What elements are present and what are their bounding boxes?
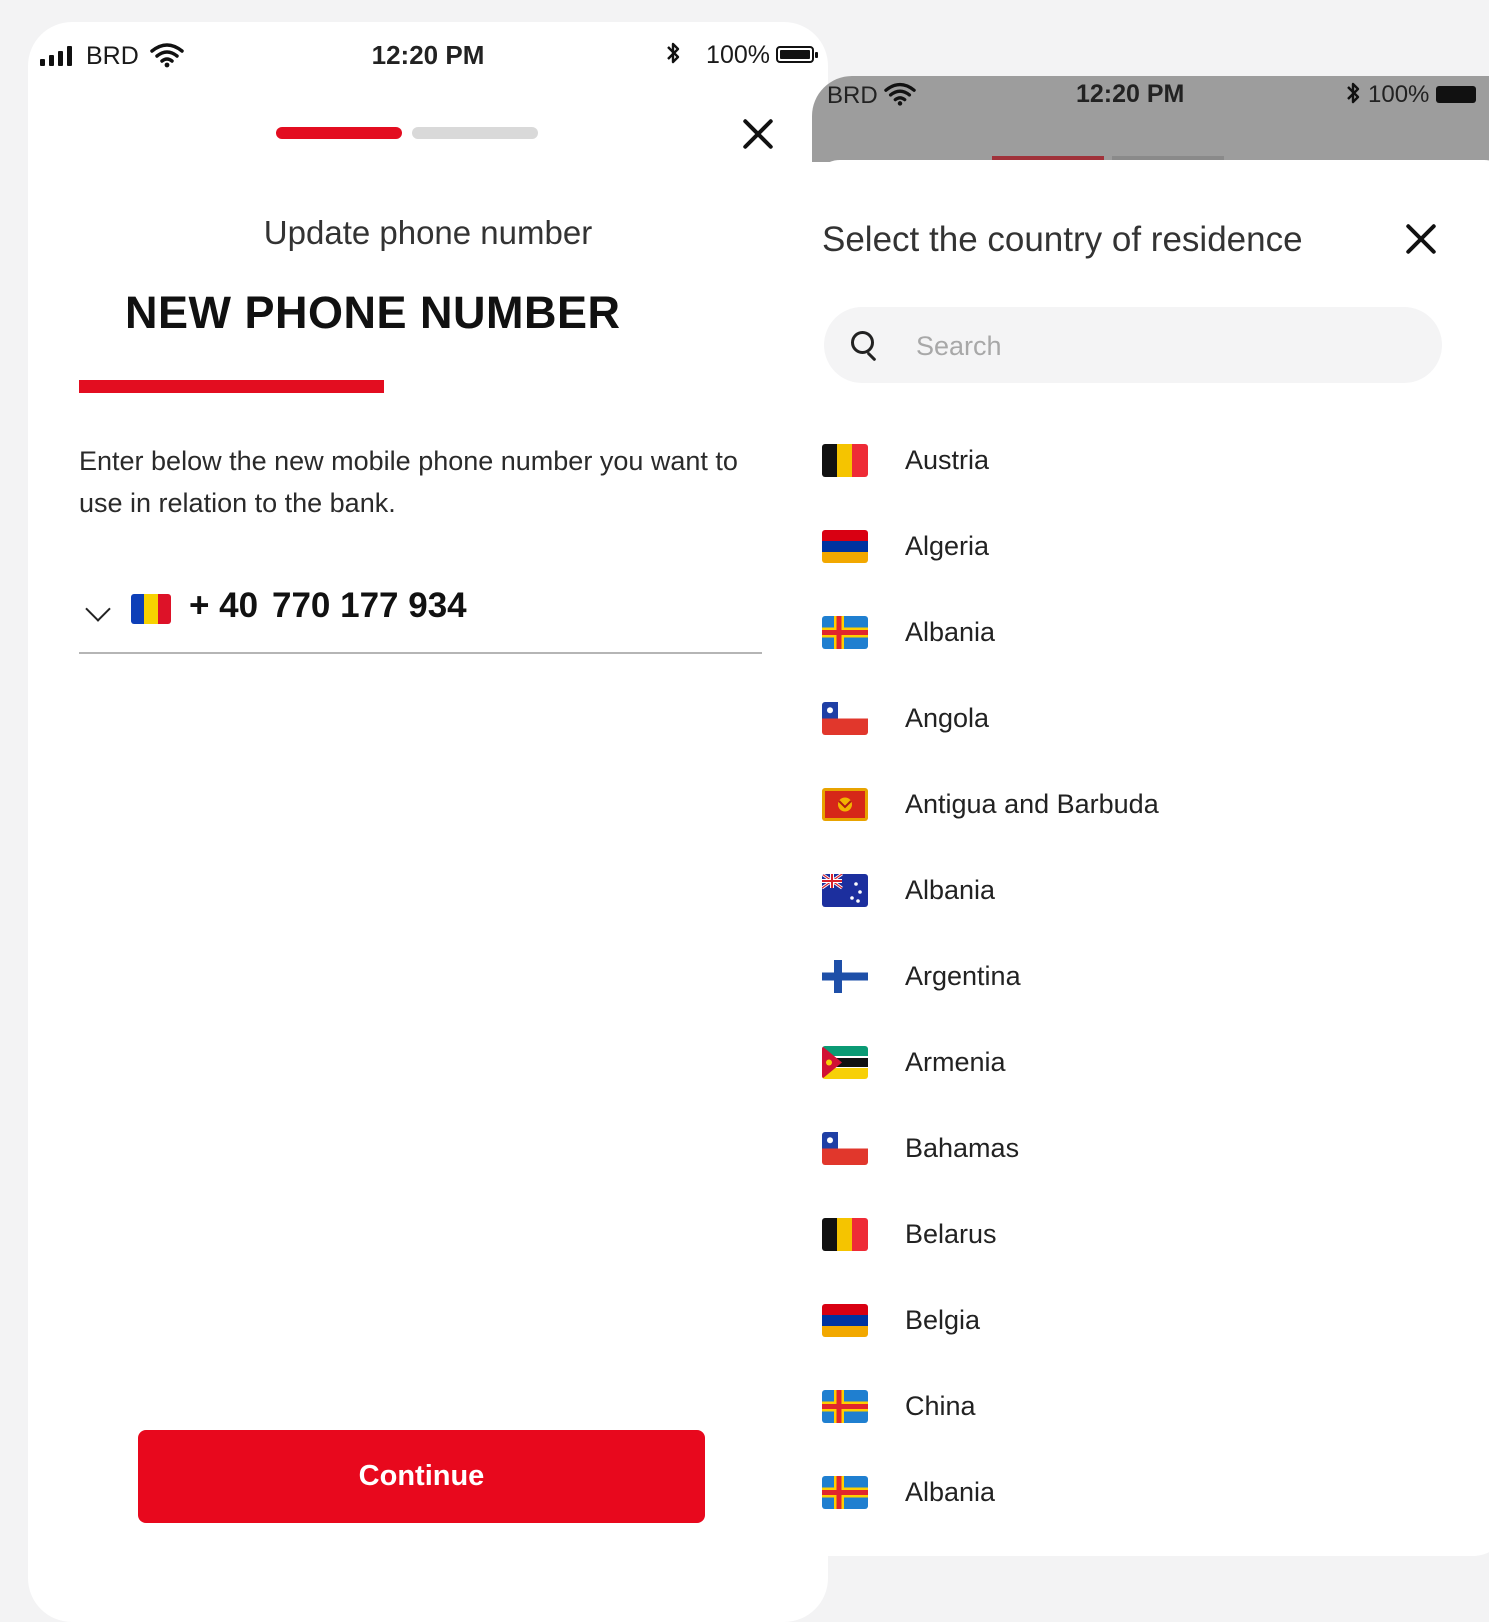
sheet-title: Select the country of residence (822, 220, 1303, 259)
country-item[interactable]: Albania (812, 1449, 1489, 1535)
country-name: Armenia (905, 1047, 1006, 1077)
romania-flag-icon[interactable] (131, 594, 171, 624)
country-name: Angola (905, 703, 990, 733)
chile-style-white-red-blue-flag-icon (822, 1132, 868, 1165)
continue-button[interactable]: Continue (138, 1430, 705, 1523)
nordic-cross-blue-yellow-red-flag-icon (822, 1476, 868, 1509)
nordic-cross-blue-yellow-red-flag-icon (822, 1390, 868, 1423)
wifi-icon (884, 81, 916, 112)
red-gold-emblem-flag-icon (822, 788, 868, 821)
title-underline (79, 380, 384, 393)
country-item[interactable]: Argentina (812, 933, 1489, 1019)
page-subtitle: Update phone number (263, 214, 593, 251)
chevron-down-icon[interactable] (85, 596, 111, 622)
country-code[interactable]: + 40 (189, 586, 258, 626)
country-item[interactable]: Angola (812, 675, 1489, 761)
country-item[interactable]: China (812, 1363, 1489, 1449)
close-icon[interactable] (741, 117, 775, 151)
country-name: Belarus (905, 1219, 997, 1249)
country-list: Austria Algeria Albania Angola Antigua and B… (812, 417, 1489, 1535)
battery-percent: 100% (706, 41, 770, 69)
country-item[interactable]: Bahamas (812, 1105, 1489, 1191)
country-name: Argentina (905, 961, 1021, 991)
country-item[interactable]: Antigua and Barbuda (812, 761, 1489, 847)
progress-step-active (276, 127, 402, 139)
mozambique-style-flag-icon (822, 1046, 868, 1079)
country-bottom-sheet: Select the country of residence AustriaA… (812, 160, 1489, 1556)
search-icon (851, 331, 874, 354)
status-bar-dimmed: BRD 12:20 PM 100% (812, 76, 1489, 162)
bluetooth-icon (1344, 80, 1362, 113)
carrier-label: BRD (827, 82, 878, 109)
battery-icon (1436, 86, 1476, 103)
country-name: Albania (905, 875, 996, 905)
country-item[interactable]: Armenia (812, 1019, 1489, 1105)
progress-step-inactive (412, 127, 538, 139)
search-bar[interactable] (824, 307, 1442, 385)
phone-number-input[interactable]: + 40 770 177 934 (79, 582, 762, 654)
nordic-cross-white-blue-flag-icon (822, 960, 868, 993)
blue-union-jack-stars-flag-icon (822, 874, 868, 907)
country-name: Algeria (905, 531, 990, 561)
country-select-screen: BRD 12:20 PM 100% Select the country of … (812, 76, 1489, 1556)
country-name: Albania (905, 617, 996, 647)
step-progress (276, 127, 538, 139)
nordic-cross-blue-yellow-red-flag-icon (822, 616, 868, 649)
country-name: Albania (905, 1477, 996, 1507)
tricolor-vertical-black-yellow-red-flag-icon (822, 1218, 868, 1251)
instruction-text: Enter below the new mobile phone number … (79, 446, 738, 518)
phone-number-value[interactable]: 770 177 934 (272, 586, 467, 626)
page-title: NEW PHONE NUMBER (125, 287, 621, 338)
country-item[interactable]: Albania (812, 589, 1489, 675)
tricolor-vertical-black-yellow-red-flag-icon (822, 444, 868, 477)
close-icon[interactable] (1404, 222, 1438, 256)
phone-number-screen: BRD 12:20 PM 100% Update phone number NE… (28, 22, 828, 1622)
tricolor-horizontal-red-blue-orange-flag-icon (822, 1304, 868, 1337)
country-item[interactable]: Austria (812, 417, 1489, 503)
country-item[interactable]: Belarus (812, 1191, 1489, 1277)
chile-style-white-red-blue-flag-icon (822, 702, 868, 735)
bluetooth-icon (664, 40, 682, 73)
search-input[interactable] (914, 307, 1418, 385)
country-item[interactable]: Albania (812, 847, 1489, 933)
country-name: Bahamas (905, 1133, 1020, 1163)
status-time: 12:20 PM (1076, 80, 1185, 108)
country-item[interactable]: Belgia (812, 1277, 1489, 1363)
country-name: Antigua and Barbuda (905, 789, 1159, 819)
battery-icon (776, 46, 818, 63)
country-name: China (905, 1391, 976, 1421)
country-item[interactable]: Algeria (812, 503, 1489, 589)
country-name: Belgia (905, 1305, 981, 1335)
tricolor-horizontal-red-blue-orange-flag-icon (822, 530, 868, 563)
status-bar: BRD 12:20 PM 100% (28, 22, 828, 92)
battery-percent: 100% (1368, 81, 1430, 108)
country-name: Austria (905, 445, 990, 475)
